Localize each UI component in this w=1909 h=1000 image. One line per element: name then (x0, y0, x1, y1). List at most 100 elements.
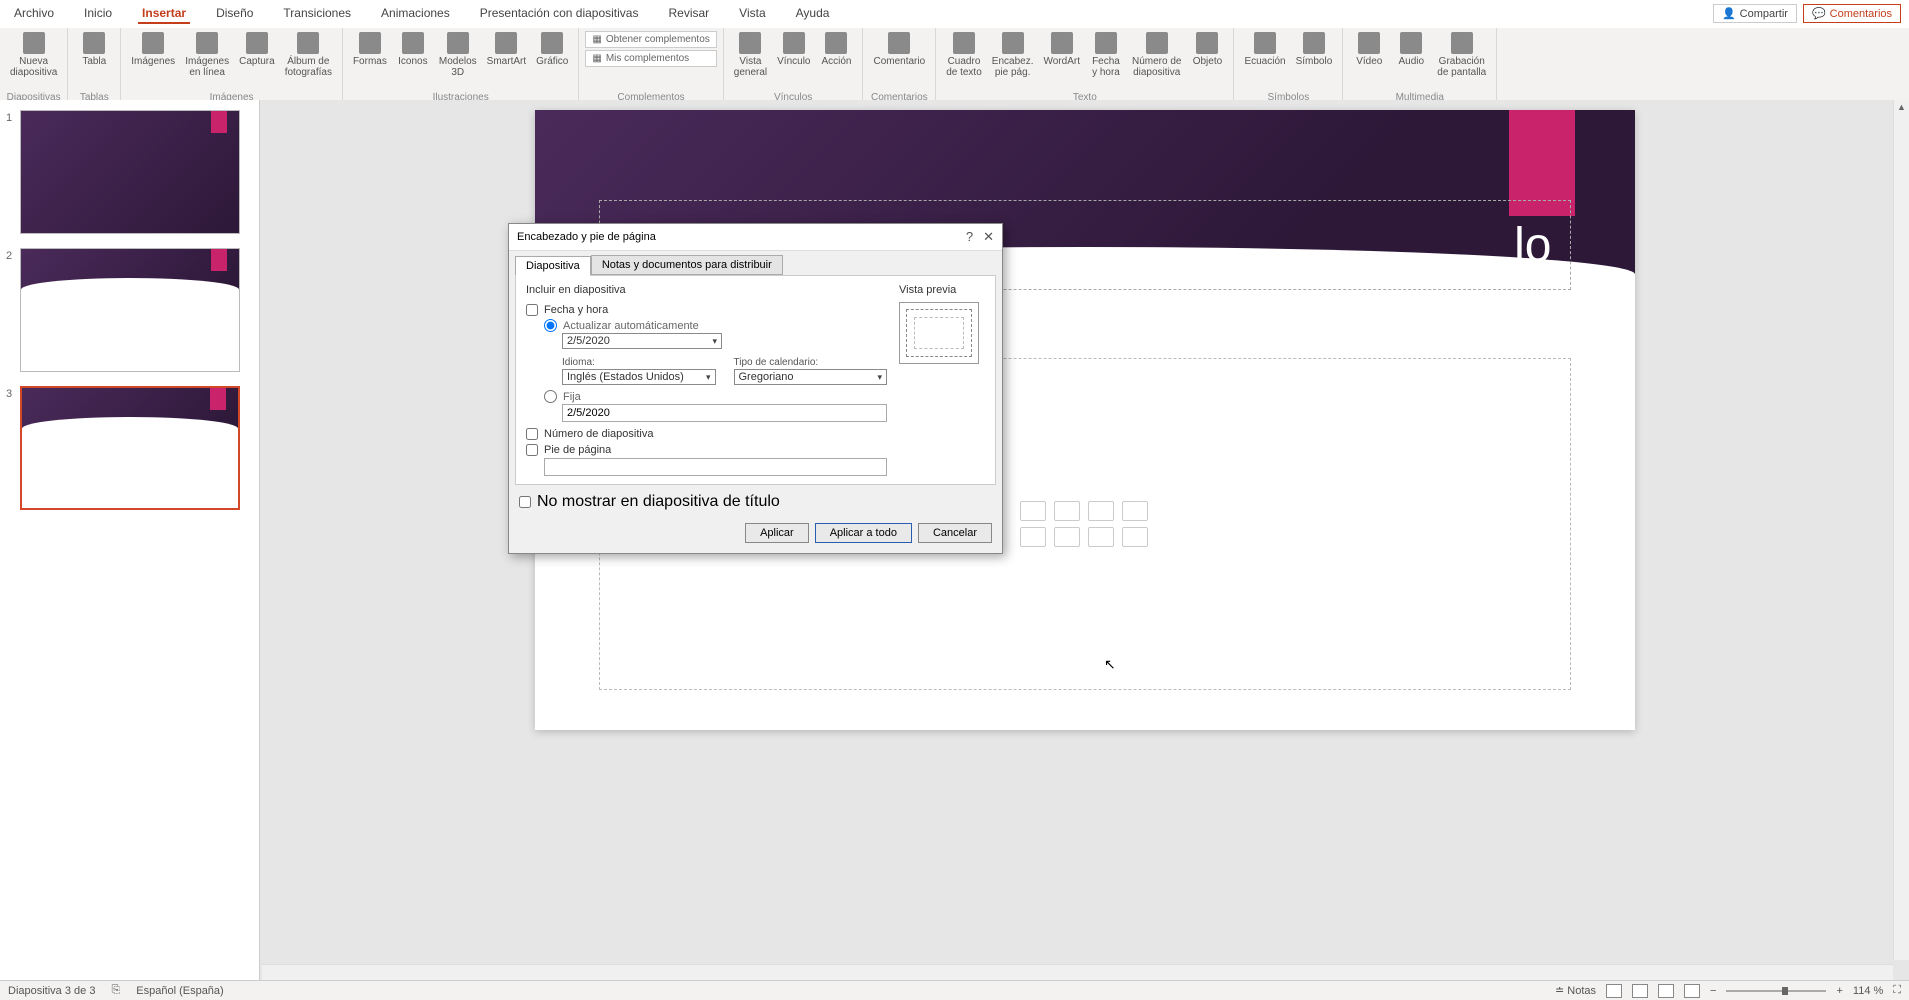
ribbon-btn-vista[interactable]: Vista general (730, 30, 771, 80)
slideshow-view-icon[interactable] (1684, 984, 1700, 998)
footer-input[interactable] (544, 458, 887, 476)
ribbon-btn-número-de[interactable]: Número de diapositiva (1128, 30, 1185, 80)
ribbon-btn-iconos[interactable]: Iconos (393, 30, 433, 69)
spellcheck-icon[interactable]: ⎘ (111, 984, 120, 997)
dialog-body: Incluir en diapositiva Fecha y hora Actu… (515, 275, 996, 485)
ribbon-group-comentarios: ComentarioComentarios (863, 28, 936, 105)
ph-smartart-icon[interactable] (1088, 501, 1114, 521)
ribbon-group-vínculos: Vista generalVínculoAcciónVínculos (724, 28, 864, 105)
ribbon-btn-formas[interactable]: Formas (349, 30, 391, 69)
menu-item-diseño[interactable]: Diseño (212, 4, 257, 24)
zoom-out-button[interactable]: − (1710, 985, 1716, 997)
menu-item-ayuda[interactable]: Ayuda (792, 4, 834, 24)
language-label: Idioma: (562, 357, 716, 368)
ribbon-group-símbolos: EcuaciónSímboloSímbolos (1234, 28, 1343, 105)
ribbon-btn-comentario[interactable]: Comentario (869, 30, 929, 69)
sorter-view-icon[interactable] (1632, 984, 1648, 998)
ribbon-btn-smartart[interactable]: SmartArt (483, 30, 530, 69)
fit-window-icon[interactable]: ⛶ (1893, 984, 1901, 997)
ribbon-btn-nueva[interactable]: Nueva diapositiva (6, 30, 61, 80)
tab-notes-handouts[interactable]: Notas y documentos para distribuir (591, 255, 783, 275)
dialog-help-button[interactable]: ? (966, 229, 973, 245)
menu-item-insertar[interactable]: Insertar (138, 4, 190, 24)
ribbon-btn-gráfico[interactable]: Gráfico (532, 30, 572, 69)
ribbon-btn-fecha[interactable]: Fecha y hora (1086, 30, 1126, 80)
slide-number-checkbox[interactable] (526, 428, 538, 440)
ribbon-btn-encabez.[interactable]: Encabez. pie pág. (988, 30, 1038, 80)
ribbon-btn-ecuación[interactable]: Ecuación (1240, 30, 1289, 69)
menu-item-transiciones[interactable]: Transiciones (279, 4, 355, 24)
fixed-date-input[interactable] (562, 404, 887, 422)
apply-button[interactable]: Aplicar (745, 523, 809, 543)
ribbon-btn-audio[interactable]: Audio (1391, 30, 1431, 69)
ribbon-btn-wordart[interactable]: WordArt (1039, 30, 1084, 69)
fixed-radio[interactable] (544, 390, 557, 403)
ribbon-btn-objeto[interactable]: Objeto (1187, 30, 1227, 69)
scroll-up-icon[interactable]: ▲ (1894, 100, 1909, 114)
menu-item-presentación-con-diapositivas[interactable]: Presentación con diapositivas (476, 4, 643, 24)
zoom-in-button[interactable]: + (1836, 985, 1842, 997)
ribbon-group-ilustraciones: FormasIconosModelos 3DSmartArtGráficoIlu… (343, 28, 579, 105)
zoom-level[interactable]: 114 % (1853, 985, 1883, 997)
no-title-slide-checkbox[interactable] (519, 496, 531, 508)
thumbnail-2[interactable] (20, 248, 240, 372)
thumbnail-1[interactable] (20, 110, 240, 234)
ph-video-icon[interactable] (1088, 527, 1114, 547)
ph-table-icon[interactable] (1020, 501, 1046, 521)
menu-item-revisar[interactable]: Revisar (664, 4, 713, 24)
dialog-close-button[interactable]: ✕ (983, 229, 994, 245)
comments-button[interactable]: 💬 Comentarios (1803, 4, 1901, 23)
footer-checkbox[interactable] (526, 444, 538, 456)
ribbon-btn-vídeo[interactable]: Vídeo (1349, 30, 1389, 69)
menu-item-archivo[interactable]: Archivo (10, 4, 58, 24)
language-select[interactable]: Inglés (Estados Unidos) ▾ (562, 369, 716, 385)
vertical-scrollbar[interactable]: ▲ (1893, 100, 1909, 960)
normal-view-icon[interactable] (1606, 984, 1622, 998)
zoom-thumb[interactable] (1782, 987, 1788, 995)
ribbon-btn-álbum-de[interactable]: Álbum de fotografías (281, 30, 336, 80)
placeholder-icons[interactable] (1020, 501, 1150, 547)
ph-3d-icon[interactable] (1122, 501, 1148, 521)
tab-slide[interactable]: Diapositiva (515, 256, 591, 276)
ribbon-btn-modelos[interactable]: Modelos 3D (435, 30, 481, 80)
reading-view-icon[interactable] (1658, 984, 1674, 998)
ribbon-btn-imágenes[interactable]: Imágenes (127, 30, 179, 69)
auto-update-radio[interactable] (544, 319, 557, 332)
dialog-titlebar[interactable]: Encabezado y pie de página ? ✕ (509, 224, 1002, 251)
notes-toggle[interactable]: ≐ Notas (1555, 984, 1596, 997)
ribbon-btn-captura[interactable]: Captura (235, 30, 279, 69)
calendar-type-select[interactable]: Gregoriano ▾ (734, 369, 888, 385)
share-button[interactable]: 👤 Compartir (1713, 4, 1797, 23)
ph-icon-icon[interactable] (1122, 527, 1148, 547)
preview-inner (914, 317, 964, 349)
date-format-select[interactable]: 2/5/2020 ▾ (562, 333, 722, 349)
ribbon-btn-label: Acción (821, 56, 851, 67)
ribbon-group-complementos: ▦Obtener complementos▦Mis complementosCo… (579, 28, 723, 105)
ph-chart-icon[interactable] (1054, 501, 1080, 521)
zoom-slider[interactable] (1726, 990, 1826, 992)
horizontal-scrollbar[interactable] (262, 964, 1893, 980)
menu-item-vista[interactable]: Vista (735, 4, 769, 24)
language-status[interactable]: Español (España) (136, 985, 223, 997)
apply-all-button[interactable]: Aplicar a todo (815, 523, 912, 543)
ribbon-btn-grabación[interactable]: Grabación de pantalla (1433, 30, 1490, 80)
ribbon-side-mis-complementos[interactable]: ▦Mis complementos (585, 50, 716, 67)
date-time-checkbox[interactable] (526, 304, 538, 316)
ribbon-btn-imágenes[interactable]: Imágenes en línea (181, 30, 233, 80)
thumbnail-3[interactable] (20, 386, 240, 510)
menu-item-animaciones[interactable]: Animaciones (377, 4, 454, 24)
ribbon-btn-tabla[interactable]: Tabla (74, 30, 114, 69)
ph-online-pic-icon[interactable] (1054, 527, 1080, 547)
ribbon-side-obtener-complementos[interactable]: ▦Obtener complementos (585, 31, 716, 48)
ribbon-btn-cuadro[interactable]: Cuadro de texto (942, 30, 986, 80)
date-time-label: Fecha y hora (544, 304, 608, 316)
chevron-down-icon: ▾ (712, 336, 717, 347)
ribbon-btn-vínculo[interactable]: Vínculo (773, 30, 814, 69)
ribbon-btn-label: Álbum de fotografías (285, 56, 332, 78)
ribbon-btn-acción[interactable]: Acción (816, 30, 856, 69)
menu-item-inicio[interactable]: Inicio (80, 4, 116, 24)
ribbon-btn-símbolo[interactable]: Símbolo (1292, 30, 1337, 69)
thumb-number: 2 (6, 248, 20, 372)
cancel-button[interactable]: Cancelar (918, 523, 992, 543)
ph-picture-icon[interactable] (1020, 527, 1046, 547)
